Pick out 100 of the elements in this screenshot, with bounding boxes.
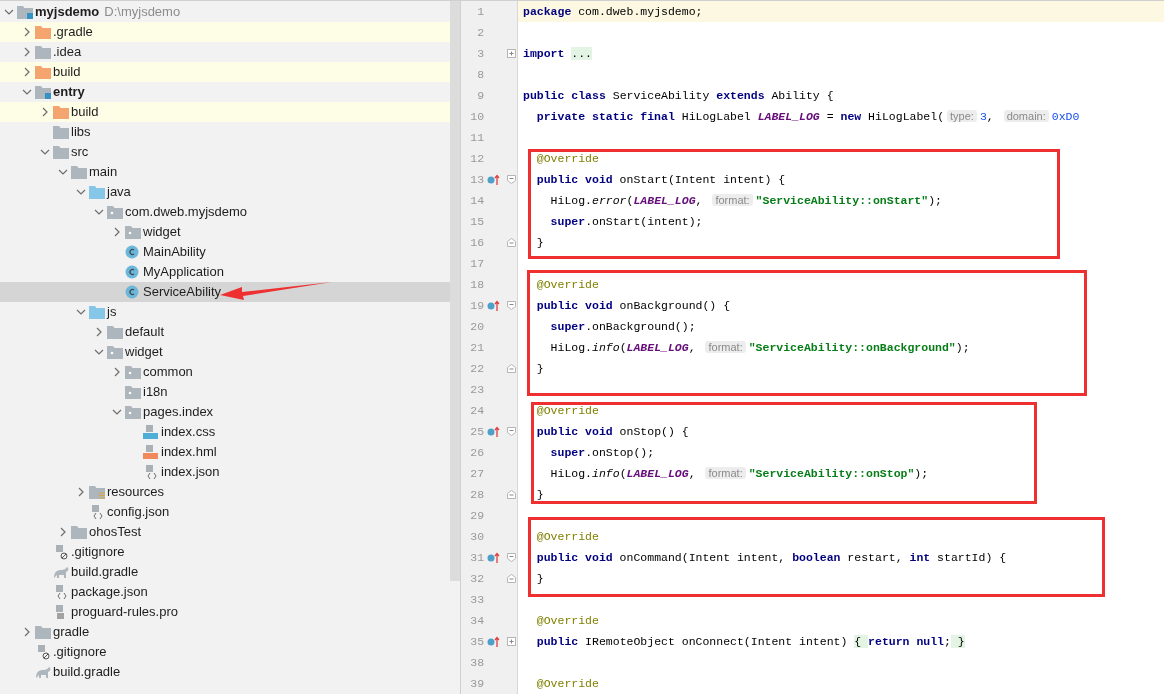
scrollbar-thumb[interactable] <box>450 1 460 581</box>
tree-row[interactable]: i18n <box>0 382 450 402</box>
tree-row[interactable]: gradle <box>0 622 450 642</box>
tree-row[interactable]: config.json <box>0 502 450 522</box>
tree-row[interactable]: .gitignore <box>0 642 450 662</box>
fold-minus-icon[interactable] <box>506 427 516 436</box>
tree-row[interactable]: .gitignore <box>0 542 450 562</box>
tree-row[interactable]: com.dweb.myjsdemo <box>0 202 450 222</box>
package-folder-icon <box>125 385 141 399</box>
tree-row[interactable]: myjsdemo D:\myjsdemo <box>0 2 450 22</box>
tree-row[interactable]: proguard-rules.pro <box>0 602 450 622</box>
chevron-right-icon[interactable] <box>22 627 32 637</box>
file-name: main <box>89 163 118 182</box>
code-line: import ... <box>523 45 593 62</box>
file-name: build <box>53 63 81 82</box>
tree-row[interactable]: libs <box>0 122 450 142</box>
override-marker-icon[interactable] <box>487 173 502 186</box>
line-number: 9 <box>476 87 485 104</box>
fold-plus-icon[interactable] <box>506 637 516 646</box>
tree-row[interactable]: widget <box>0 222 450 242</box>
tree-row[interactable]: common <box>0 362 450 382</box>
line-number: 1 <box>476 3 485 20</box>
override-marker-icon[interactable] <box>487 635 502 648</box>
chevron-down-icon[interactable] <box>76 307 86 317</box>
code-line: @Override <box>535 612 599 629</box>
line-number: 33 <box>469 591 485 608</box>
code-line: public void onStart(Intent intent) { <box>535 171 786 188</box>
tree-row[interactable]: MyApplication <box>0 262 450 282</box>
line-number: 12 <box>469 150 485 167</box>
file-name: java <box>107 183 131 202</box>
folder-icon <box>53 145 69 159</box>
tree-row[interactable]: resources <box>0 482 450 502</box>
tree-row[interactable]: ServiceAbility <box>0 282 450 302</box>
folder-icon <box>35 25 51 39</box>
tree-row[interactable]: index.json <box>0 462 450 482</box>
tree-row[interactable]: js <box>0 302 450 322</box>
override-marker-icon[interactable] <box>487 425 502 438</box>
fold-minus-icon[interactable] <box>506 175 516 184</box>
chevron-right-icon[interactable] <box>112 227 122 237</box>
line-number: 16 <box>469 234 485 251</box>
chevron-down-icon[interactable] <box>58 167 68 177</box>
chevron-down-icon[interactable] <box>4 7 14 17</box>
tree-row[interactable]: build <box>0 62 450 82</box>
fold-minus-icon[interactable] <box>506 301 516 310</box>
tree-row[interactable]: .gradle <box>0 22 450 42</box>
code-line: } <box>535 234 544 251</box>
line-number: 28 <box>469 486 485 503</box>
line-number: 11 <box>469 129 485 146</box>
chevron-down-icon[interactable] <box>76 187 86 197</box>
chevron-right-icon[interactable] <box>58 527 68 537</box>
chevron-right-icon[interactable] <box>22 47 32 57</box>
resources-folder-icon <box>89 485 105 499</box>
chevron-down-icon[interactable] <box>112 407 122 417</box>
line-number: 34 <box>469 612 485 629</box>
tree-row[interactable]: java <box>0 182 450 202</box>
tree-row[interactable]: widget <box>0 342 450 362</box>
override-marker-icon[interactable] <box>487 551 502 564</box>
file-name: myjsdemo <box>35 3 100 22</box>
tree-row[interactable]: package.json <box>0 582 450 602</box>
code-line: @Override <box>535 276 599 293</box>
tree-row[interactable]: src <box>0 142 450 162</box>
fold-plus-icon[interactable] <box>506 49 516 58</box>
chevron-right-icon[interactable] <box>40 107 50 117</box>
line-number: 32 <box>469 570 485 587</box>
chevron-down-icon[interactable] <box>40 147 50 157</box>
chevron-right-icon[interactable] <box>94 327 104 337</box>
tree-row[interactable]: pages.index <box>0 402 450 422</box>
code-line: public IRemoteObject onConnect(Intent intent) { return null; } <box>535 633 965 650</box>
line-number: 3 <box>476 45 485 62</box>
tree-row[interactable]: default <box>0 322 450 342</box>
tree-row[interactable]: entry <box>0 82 450 102</box>
fold-minus-icon[interactable] <box>506 553 516 562</box>
file-name: common <box>143 363 193 382</box>
chevron-right-icon[interactable] <box>76 487 86 497</box>
tree-row[interactable]: ohosTest <box>0 522 450 542</box>
file-name: js <box>107 303 117 322</box>
tree-row[interactable]: index.css <box>0 422 450 442</box>
file-name: index.json <box>161 463 220 482</box>
code-line: super.onStart(intent); <box>549 213 703 230</box>
tree-row[interactable]: MainAbility <box>0 242 450 262</box>
code-line: public void onCommand(Intent intent, boolean restart, int startId) { <box>535 549 1007 566</box>
code-line: HiLog.info(LABEL_LOG, format: "ServiceAbility::onStop"); <box>549 465 929 482</box>
tree-row[interactable]: build.gradle <box>0 562 450 582</box>
override-marker-icon[interactable] <box>487 299 502 312</box>
chevron-right-icon[interactable] <box>22 27 32 37</box>
tree-row[interactable]: build <box>0 102 450 122</box>
code-line: @Override <box>535 402 599 419</box>
chevron-right-icon[interactable] <box>112 367 122 377</box>
tree-row[interactable]: index.hml <box>0 442 450 462</box>
chevron-down-icon[interactable] <box>94 207 104 217</box>
tree-row[interactable]: main <box>0 162 450 182</box>
line-number: 39 <box>469 675 485 692</box>
tree-row[interactable]: .idea <box>0 42 450 62</box>
folder-icon <box>53 105 69 119</box>
chevron-down-icon[interactable] <box>22 87 32 97</box>
file-name: .gitignore <box>53 643 107 662</box>
chevron-down-icon[interactable] <box>94 347 104 357</box>
tree-row[interactable]: build.gradle <box>0 662 450 682</box>
chevron-right-icon[interactable] <box>22 67 32 77</box>
line-number: 20 <box>469 318 485 335</box>
